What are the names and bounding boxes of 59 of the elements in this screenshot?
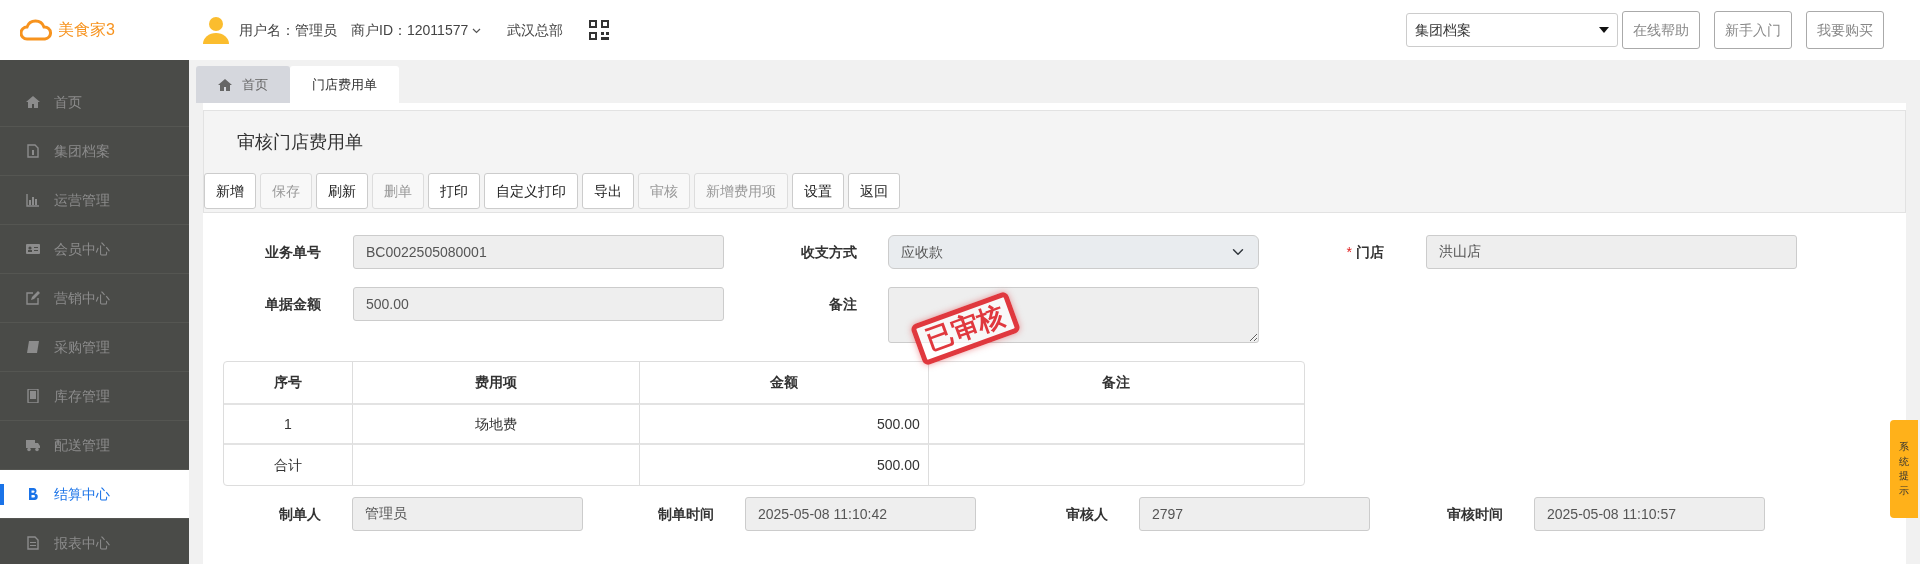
field-label: 审核时间 xyxy=(1447,506,1503,522)
text-field[interactable]: 2025-05-08 11:10:57 xyxy=(1534,497,1765,531)
cloud-icon xyxy=(20,19,52,41)
toolbar-button[interactable]: 打印 xyxy=(428,173,480,209)
text-field[interactable]: 500.00 xyxy=(353,287,724,321)
field-label: 业务单号 xyxy=(265,244,321,260)
toolbar-button[interactable]: 刷新 xyxy=(316,173,368,209)
field-label: 审核人 xyxy=(1066,506,1108,522)
sidebar-item[interactable]: 结算中心 xyxy=(0,470,189,519)
toolbar-button[interactable]: 导出 xyxy=(582,173,634,209)
column-header: 费用项 xyxy=(352,362,641,405)
text-field[interactable]: 管理员 xyxy=(352,497,583,531)
tablet-icon xyxy=(26,389,40,403)
field-label: 备注 xyxy=(829,296,857,312)
file-icon xyxy=(26,144,40,158)
bar-chart-icon xyxy=(26,193,40,207)
column-header: 序号 xyxy=(224,362,353,405)
field-label: * 门店 xyxy=(1346,244,1384,260)
home-icon xyxy=(26,95,40,109)
chevron-down-icon xyxy=(472,27,482,34)
toolbar-button[interactable]: 返回 xyxy=(848,173,900,209)
field-label: 制单时间 xyxy=(658,506,714,522)
table-cell: 场地费 xyxy=(352,405,641,445)
toolbar-button[interactable]: 设置 xyxy=(792,173,844,209)
qr-code-icon[interactable] xyxy=(589,20,610,40)
column-header: 备注 xyxy=(928,362,1304,405)
text-field[interactable]: 洪山店 xyxy=(1426,235,1797,269)
store-name: 武汉总部 xyxy=(507,20,564,40)
document-icon xyxy=(26,536,40,550)
archive-select[interactable]: 集团档案 xyxy=(1406,13,1618,47)
column-header: 金额 xyxy=(640,362,929,405)
system-notice-tab[interactable]: 系统提示 xyxy=(1890,420,1918,518)
header-button[interactable]: 在线帮助 xyxy=(1622,11,1700,49)
header-button[interactable]: 新手入门 xyxy=(1714,11,1792,49)
avatar-icon xyxy=(203,16,229,44)
toolbar-button[interactable]: 自定义打印 xyxy=(484,173,578,209)
tab[interactable]: 首页 xyxy=(196,66,290,103)
caret-down-icon xyxy=(1599,27,1609,33)
text-field[interactable]: 2025-05-08 11:10:42 xyxy=(745,497,976,531)
username-label: 用户名：管理员 xyxy=(239,20,337,40)
header-button[interactable]: 我要购买 xyxy=(1806,11,1884,49)
table-cell: 500.00 xyxy=(640,405,929,445)
app-logo: 美食家3 xyxy=(58,20,115,40)
merchant-dropdown[interactable]: 商户ID：12011577 xyxy=(351,19,482,41)
text-field[interactable]: BC0022505080001 xyxy=(353,235,724,269)
tab[interactable]: 门店费用单 xyxy=(290,66,399,103)
home-icon xyxy=(218,77,232,92)
truck-icon xyxy=(26,438,40,452)
field-label: 制单人 xyxy=(279,506,321,522)
text-field[interactable]: 2797 xyxy=(1139,497,1370,531)
id-card-icon xyxy=(26,242,40,256)
field-label: 单据金额 xyxy=(265,296,321,312)
total-cell: 500.00 xyxy=(640,445,929,485)
field-label: 收支方式 xyxy=(801,244,857,260)
page-title: 审核门店费用单 xyxy=(236,131,364,154)
table-cell: 1 xyxy=(224,405,353,445)
total-cell: 合计 xyxy=(224,445,353,485)
toolbar-button[interactable]: 新增 xyxy=(204,173,256,209)
edit-icon xyxy=(26,291,40,305)
